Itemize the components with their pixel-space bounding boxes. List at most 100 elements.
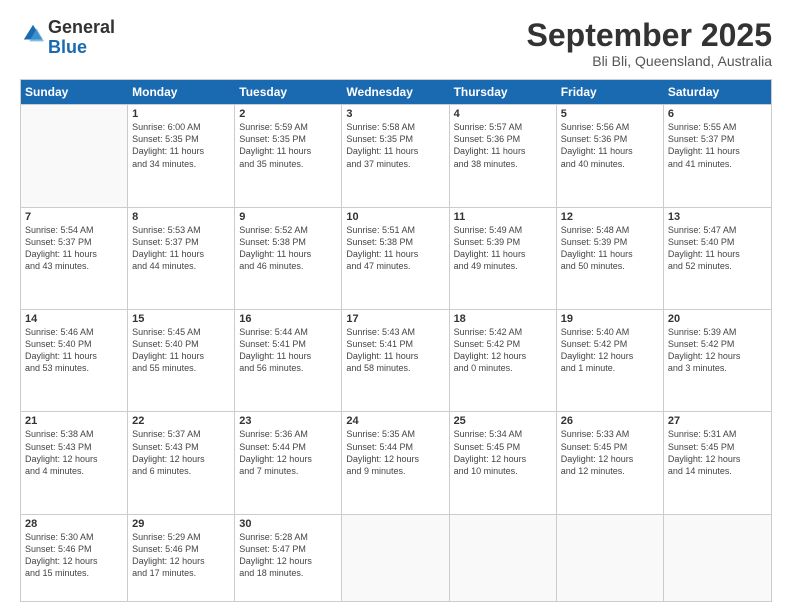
- day-number: 26: [561, 415, 659, 427]
- cell-content: Sunrise: 5:48 AM Sunset: 5:39 PM Dayligh…: [561, 224, 659, 273]
- header-day-wednesday: Wednesday: [342, 80, 449, 104]
- cal-cell-1-6: 5Sunrise: 5:56 AM Sunset: 5:36 PM Daylig…: [557, 105, 664, 206]
- cal-cell-3-2: 15Sunrise: 5:45 AM Sunset: 5:40 PM Dayli…: [128, 310, 235, 411]
- page: General Blue September 2025 Bli Bli, Que…: [0, 0, 792, 612]
- cal-cell-3-4: 17Sunrise: 5:43 AM Sunset: 5:41 PM Dayli…: [342, 310, 449, 411]
- cell-content: Sunrise: 5:43 AM Sunset: 5:41 PM Dayligh…: [346, 326, 444, 375]
- cal-cell-4-3: 23Sunrise: 5:36 AM Sunset: 5:44 PM Dayli…: [235, 412, 342, 513]
- day-number: 27: [668, 415, 767, 427]
- day-number: 5: [561, 108, 659, 120]
- cal-cell-3-1: 14Sunrise: 5:46 AM Sunset: 5:40 PM Dayli…: [21, 310, 128, 411]
- cal-cell-5-7: [664, 515, 771, 601]
- header-day-sunday: Sunday: [21, 80, 128, 104]
- logo-general: General: [48, 17, 115, 37]
- cell-content: Sunrise: 6:00 AM Sunset: 5:35 PM Dayligh…: [132, 121, 230, 170]
- cal-cell-2-1: 7Sunrise: 5:54 AM Sunset: 5:37 PM Daylig…: [21, 208, 128, 309]
- cal-cell-1-3: 2Sunrise: 5:59 AM Sunset: 5:35 PM Daylig…: [235, 105, 342, 206]
- cal-cell-3-3: 16Sunrise: 5:44 AM Sunset: 5:41 PM Dayli…: [235, 310, 342, 411]
- day-number: 6: [668, 108, 767, 120]
- cal-cell-5-6: [557, 515, 664, 601]
- calendar: SundayMondayTuesdayWednesdayThursdayFrid…: [20, 79, 772, 602]
- cell-content: Sunrise: 5:36 AM Sunset: 5:44 PM Dayligh…: [239, 428, 337, 477]
- day-number: 28: [25, 518, 123, 530]
- cell-content: Sunrise: 5:39 AM Sunset: 5:42 PM Dayligh…: [668, 326, 767, 375]
- header: General Blue September 2025 Bli Bli, Que…: [20, 18, 772, 69]
- week-row-4: 21Sunrise: 5:38 AM Sunset: 5:43 PM Dayli…: [21, 411, 771, 513]
- cal-cell-5-4: [342, 515, 449, 601]
- day-number: 7: [25, 211, 123, 223]
- cal-cell-4-4: 24Sunrise: 5:35 AM Sunset: 5:44 PM Dayli…: [342, 412, 449, 513]
- week-row-1: 1Sunrise: 6:00 AM Sunset: 5:35 PM Daylig…: [21, 104, 771, 206]
- cell-content: Sunrise: 5:55 AM Sunset: 5:37 PM Dayligh…: [668, 121, 767, 170]
- day-number: 10: [346, 211, 444, 223]
- day-number: 9: [239, 211, 337, 223]
- cell-content: Sunrise: 5:29 AM Sunset: 5:46 PM Dayligh…: [132, 531, 230, 580]
- logo: General Blue: [20, 18, 115, 58]
- header-day-friday: Friday: [557, 80, 664, 104]
- cal-cell-3-6: 19Sunrise: 5:40 AM Sunset: 5:42 PM Dayli…: [557, 310, 664, 411]
- cell-content: Sunrise: 5:34 AM Sunset: 5:45 PM Dayligh…: [454, 428, 552, 477]
- day-number: 30: [239, 518, 337, 530]
- location: Bli Bli, Queensland, Australia: [527, 53, 772, 69]
- day-number: 16: [239, 313, 337, 325]
- day-number: 22: [132, 415, 230, 427]
- cal-cell-5-5: [450, 515, 557, 601]
- cell-content: Sunrise: 5:28 AM Sunset: 5:47 PM Dayligh…: [239, 531, 337, 580]
- cell-content: Sunrise: 5:49 AM Sunset: 5:39 PM Dayligh…: [454, 224, 552, 273]
- header-day-thursday: Thursday: [450, 80, 557, 104]
- day-number: 15: [132, 313, 230, 325]
- cal-cell-2-6: 12Sunrise: 5:48 AM Sunset: 5:39 PM Dayli…: [557, 208, 664, 309]
- cell-content: Sunrise: 5:38 AM Sunset: 5:43 PM Dayligh…: [25, 428, 123, 477]
- week-row-2: 7Sunrise: 5:54 AM Sunset: 5:37 PM Daylig…: [21, 207, 771, 309]
- day-number: 23: [239, 415, 337, 427]
- cell-content: Sunrise: 5:52 AM Sunset: 5:38 PM Dayligh…: [239, 224, 337, 273]
- cell-content: Sunrise: 5:33 AM Sunset: 5:45 PM Dayligh…: [561, 428, 659, 477]
- cell-content: Sunrise: 5:37 AM Sunset: 5:43 PM Dayligh…: [132, 428, 230, 477]
- day-number: 20: [668, 313, 767, 325]
- day-number: 1: [132, 108, 230, 120]
- day-number: 2: [239, 108, 337, 120]
- day-number: 13: [668, 211, 767, 223]
- day-number: 19: [561, 313, 659, 325]
- cal-cell-4-2: 22Sunrise: 5:37 AM Sunset: 5:43 PM Dayli…: [128, 412, 235, 513]
- header-day-tuesday: Tuesday: [235, 80, 342, 104]
- cal-cell-2-3: 9Sunrise: 5:52 AM Sunset: 5:38 PM Daylig…: [235, 208, 342, 309]
- cell-content: Sunrise: 5:42 AM Sunset: 5:42 PM Dayligh…: [454, 326, 552, 375]
- cal-cell-1-4: 3Sunrise: 5:58 AM Sunset: 5:35 PM Daylig…: [342, 105, 449, 206]
- day-number: 11: [454, 211, 552, 223]
- week-row-5: 28Sunrise: 5:30 AM Sunset: 5:46 PM Dayli…: [21, 514, 771, 601]
- day-number: 8: [132, 211, 230, 223]
- day-number: 14: [25, 313, 123, 325]
- header-day-saturday: Saturday: [664, 80, 771, 104]
- day-number: 3: [346, 108, 444, 120]
- calendar-body: 1Sunrise: 6:00 AM Sunset: 5:35 PM Daylig…: [21, 104, 771, 601]
- cal-cell-1-2: 1Sunrise: 6:00 AM Sunset: 5:35 PM Daylig…: [128, 105, 235, 206]
- cell-content: Sunrise: 5:30 AM Sunset: 5:46 PM Dayligh…: [25, 531, 123, 580]
- header-day-monday: Monday: [128, 80, 235, 104]
- cell-content: Sunrise: 5:35 AM Sunset: 5:44 PM Dayligh…: [346, 428, 444, 477]
- cal-cell-2-5: 11Sunrise: 5:49 AM Sunset: 5:39 PM Dayli…: [450, 208, 557, 309]
- cal-cell-5-2: 29Sunrise: 5:29 AM Sunset: 5:46 PM Dayli…: [128, 515, 235, 601]
- cell-content: Sunrise: 5:58 AM Sunset: 5:35 PM Dayligh…: [346, 121, 444, 170]
- cell-content: Sunrise: 5:44 AM Sunset: 5:41 PM Dayligh…: [239, 326, 337, 375]
- month-title: September 2025: [527, 18, 772, 53]
- day-number: 4: [454, 108, 552, 120]
- day-number: 12: [561, 211, 659, 223]
- cal-cell-4-5: 25Sunrise: 5:34 AM Sunset: 5:45 PM Dayli…: [450, 412, 557, 513]
- cal-cell-5-1: 28Sunrise: 5:30 AM Sunset: 5:46 PM Dayli…: [21, 515, 128, 601]
- cal-cell-1-5: 4Sunrise: 5:57 AM Sunset: 5:36 PM Daylig…: [450, 105, 557, 206]
- day-number: 21: [25, 415, 123, 427]
- cell-content: Sunrise: 5:53 AM Sunset: 5:37 PM Dayligh…: [132, 224, 230, 273]
- cell-content: Sunrise: 5:57 AM Sunset: 5:36 PM Dayligh…: [454, 121, 552, 170]
- cal-cell-2-2: 8Sunrise: 5:53 AM Sunset: 5:37 PM Daylig…: [128, 208, 235, 309]
- cell-content: Sunrise: 5:40 AM Sunset: 5:42 PM Dayligh…: [561, 326, 659, 375]
- cal-cell-3-7: 20Sunrise: 5:39 AM Sunset: 5:42 PM Dayli…: [664, 310, 771, 411]
- cal-cell-5-3: 30Sunrise: 5:28 AM Sunset: 5:47 PM Dayli…: [235, 515, 342, 601]
- cal-cell-4-6: 26Sunrise: 5:33 AM Sunset: 5:45 PM Dayli…: [557, 412, 664, 513]
- cell-content: Sunrise: 5:45 AM Sunset: 5:40 PM Dayligh…: [132, 326, 230, 375]
- cal-cell-1-1: [21, 105, 128, 206]
- cell-content: Sunrise: 5:31 AM Sunset: 5:45 PM Dayligh…: [668, 428, 767, 477]
- day-number: 18: [454, 313, 552, 325]
- cell-content: Sunrise: 5:54 AM Sunset: 5:37 PM Dayligh…: [25, 224, 123, 273]
- cal-cell-4-7: 27Sunrise: 5:31 AM Sunset: 5:45 PM Dayli…: [664, 412, 771, 513]
